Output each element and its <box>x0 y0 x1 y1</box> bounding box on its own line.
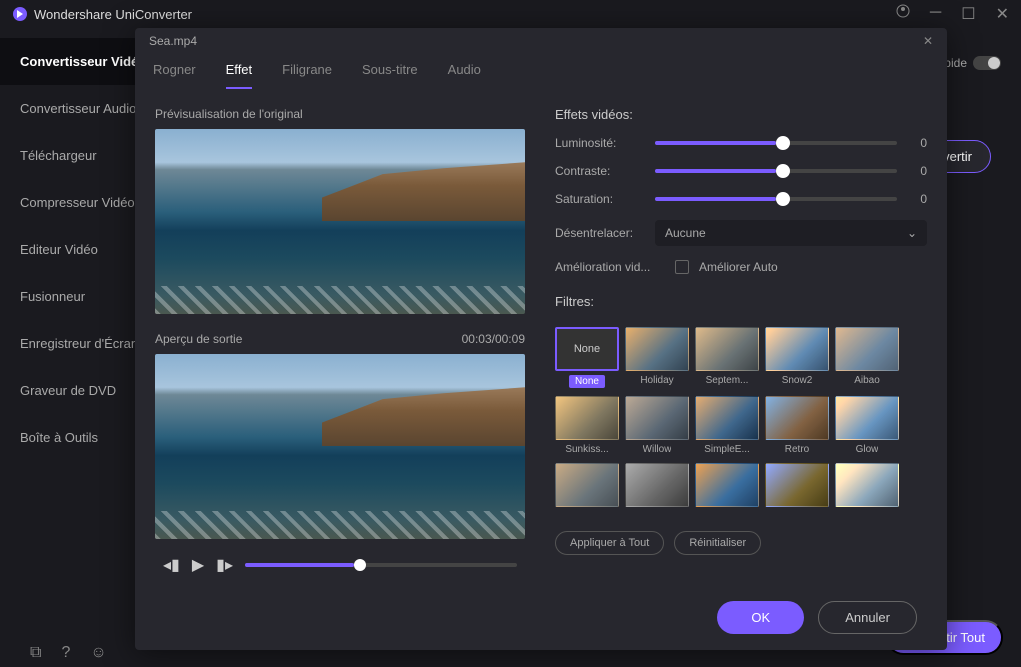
enhance-label: Amélioration vid... <box>555 260 665 274</box>
chevron-down-icon: ⌄ <box>907 226 917 240</box>
tab-effect[interactable]: Effet <box>226 62 253 89</box>
filter-simplee[interactable]: SimpleE... <box>695 396 759 455</box>
bottom-icons: ⧉ ? ☺ <box>0 638 137 667</box>
prev-frame-icon[interactable]: ◂▮ <box>163 555 180 575</box>
filter-item[interactable] <box>765 463 829 511</box>
play-icon[interactable]: ▶ <box>192 555 204 575</box>
user-icon[interactable]: ☺ <box>90 644 106 662</box>
tab-subtitle[interactable]: Sous-titre <box>362 62 418 89</box>
filter-aibao[interactable]: Aibao <box>835 327 899 388</box>
reset-button[interactable]: Réinitialiser <box>674 531 761 555</box>
deinterlace-select[interactable]: Aucune ⌄ <box>655 220 927 246</box>
output-preview-header: Aperçu de sortie 00:03/00:09 <box>155 332 525 346</box>
app-logo: Wondershare UniConverter <box>12 6 896 22</box>
minimize-icon[interactable]: ─ <box>930 4 941 24</box>
filter-thumb-none: None <box>555 327 619 371</box>
user-icon[interactable] <box>896 4 910 24</box>
brightness-value: 0 <box>907 136 927 150</box>
ok-button[interactable]: OK <box>717 601 804 634</box>
contrast-slider[interactable] <box>655 169 897 173</box>
effect-modal: Sea.mp4 ✕ Rogner Effet Filigrane Sous-ti… <box>135 28 947 650</box>
modal-titlebar: Sea.mp4 ✕ <box>135 28 947 54</box>
cancel-button[interactable]: Annuler <box>818 601 917 634</box>
modal-body: Prévisualisation de l'original Aperçu de… <box>135 89 947 589</box>
enhance-checkbox[interactable] <box>675 260 689 274</box>
contrast-value: 0 <box>907 164 927 178</box>
filter-item[interactable] <box>695 463 759 511</box>
tab-watermark[interactable]: Filigrane <box>282 62 332 89</box>
original-preview-label: Prévisualisation de l'original <box>155 107 525 121</box>
maximize-icon[interactable]: ☐ <box>961 4 975 24</box>
output-preview-label: Aperçu de sortie <box>155 332 242 346</box>
modal-filename: Sea.mp4 <box>149 34 197 48</box>
effects-heading: Effets vidéos: <box>555 107 927 122</box>
player-controls: ◂▮ ▶ ▮▸ <box>155 551 525 579</box>
book-icon[interactable]: ⧉ <box>30 644 41 662</box>
window-controls: ─ ☐ ✕ <box>896 4 1009 24</box>
output-preview <box>155 354 525 539</box>
preview-column: Prévisualisation de l'original Aperçu de… <box>155 107 525 579</box>
tab-audio[interactable]: Audio <box>448 62 481 89</box>
progress-bar[interactable] <box>245 563 517 567</box>
filter-snow2[interactable]: Snow2 <box>765 327 829 388</box>
apply-all-button[interactable]: Appliquer à Tout <box>555 531 664 555</box>
filters-heading: Filtres: <box>555 294 927 309</box>
effects-column: Effets vidéos: Luminosité: 0 Contraste: … <box>555 107 927 579</box>
deinterlace-label: Désentrelacer: <box>555 226 645 240</box>
contrast-label: Contraste: <box>555 164 645 178</box>
brightness-label: Luminosité: <box>555 136 645 150</box>
enhance-auto-label: Améliorer Auto <box>699 260 778 274</box>
brightness-row: Luminosité: 0 <box>555 136 927 150</box>
filter-september[interactable]: Septem... <box>695 327 759 388</box>
filter-item[interactable] <box>625 463 689 511</box>
enhance-row: Amélioration vid... Améliorer Auto <box>555 260 927 274</box>
saturation-slider[interactable] <box>655 197 897 201</box>
close-icon[interactable]: ✕ <box>996 4 1009 24</box>
modal-tabs: Rogner Effet Filigrane Sous-titre Audio <box>135 54 947 89</box>
help-icon[interactable]: ? <box>61 644 70 662</box>
deinterlace-row: Désentrelacer: Aucune ⌄ <box>555 220 927 246</box>
saturation-label: Saturation: <box>555 192 645 206</box>
deinterlace-value: Aucune <box>665 226 706 240</box>
filter-item[interactable] <box>835 463 899 511</box>
next-frame-icon[interactable]: ▮▸ <box>216 555 233 575</box>
brightness-slider[interactable] <box>655 141 897 145</box>
rapid-toggle[interactable] <box>973 56 1001 70</box>
filter-glow[interactable]: Glow <box>835 396 899 455</box>
filters-grid: None None Holiday Septem... Snow2 Aibao … <box>555 327 927 511</box>
original-preview <box>155 129 525 314</box>
saturation-row: Saturation: 0 <box>555 192 927 206</box>
filter-actions: Appliquer à Tout Réinitialiser <box>555 531 927 555</box>
timecode: 00:03/00:09 <box>462 332 525 346</box>
filter-retro[interactable]: Retro <box>765 396 829 455</box>
app-title: Wondershare UniConverter <box>34 7 192 22</box>
contrast-row: Contraste: 0 <box>555 164 927 178</box>
filter-item[interactable] <box>555 463 619 511</box>
filter-willow[interactable]: Willow <box>625 396 689 455</box>
tab-crop[interactable]: Rogner <box>153 62 196 89</box>
saturation-value: 0 <box>907 192 927 206</box>
filter-none[interactable]: None None <box>555 327 619 388</box>
titlebar: Wondershare UniConverter ─ ☐ ✕ <box>0 0 1021 28</box>
filter-sunkissed[interactable]: Sunkiss... <box>555 396 619 455</box>
modal-close-icon[interactable]: ✕ <box>923 34 933 48</box>
modal-footer: OK Annuler <box>135 589 947 650</box>
filter-holiday[interactable]: Holiday <box>625 327 689 388</box>
